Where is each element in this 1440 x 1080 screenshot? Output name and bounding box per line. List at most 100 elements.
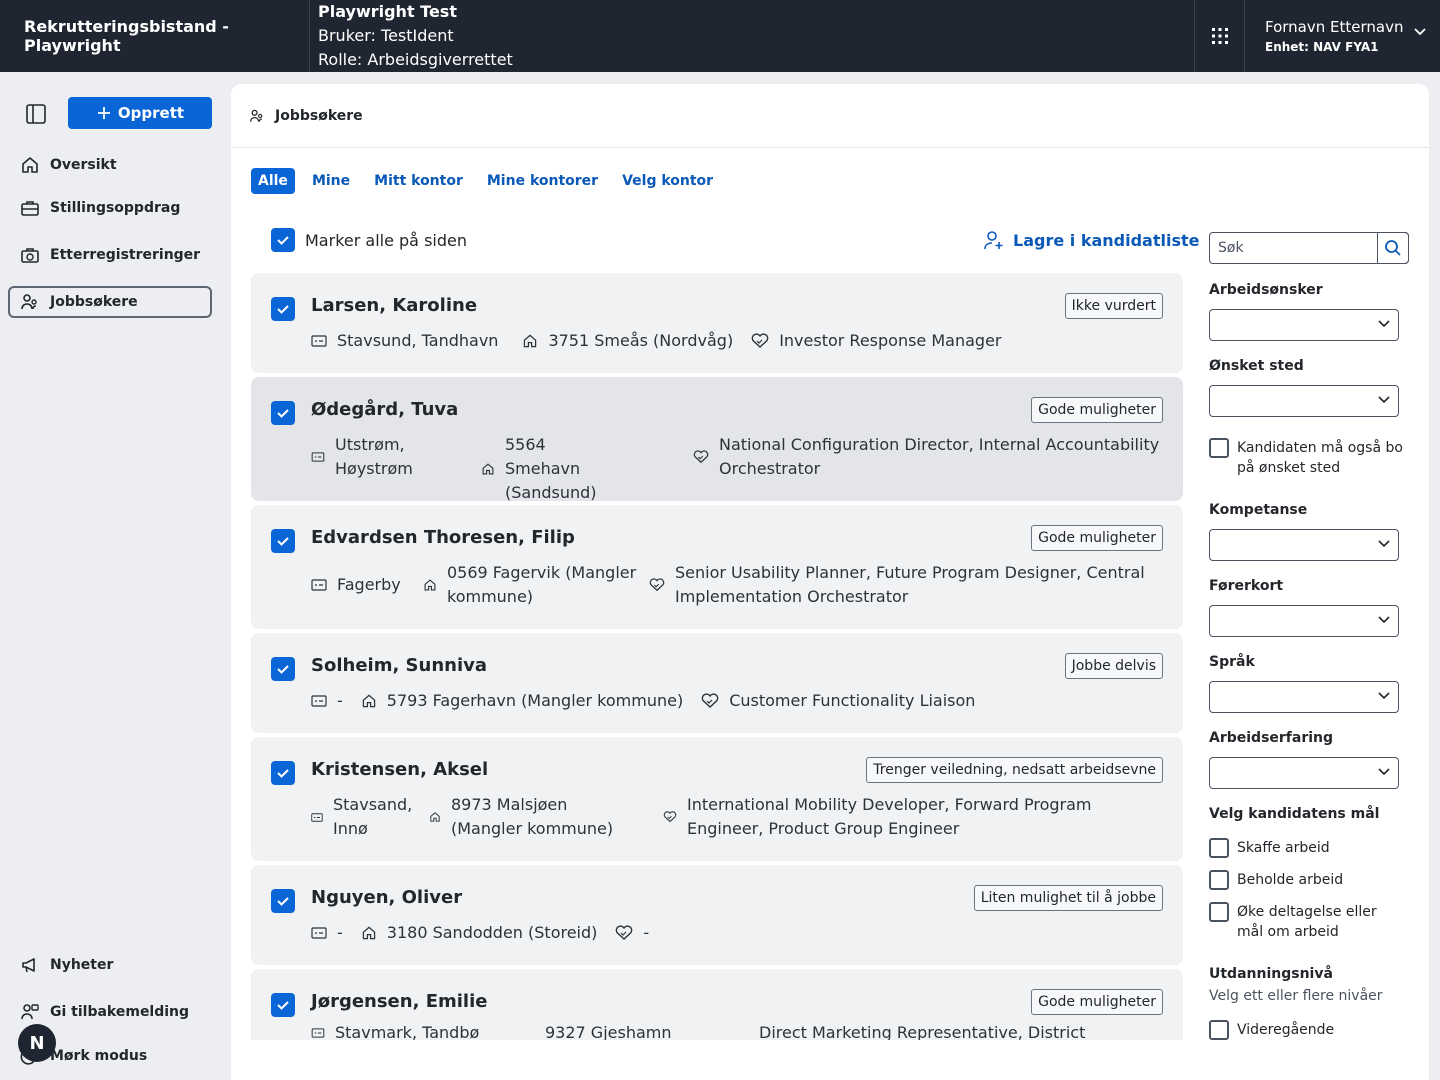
candidate-card[interactable]: Kristensen, Aksel Trenger veiledning, ne… [251,737,1183,861]
candidate-checkbox[interactable] [271,529,295,553]
candidate-card[interactable]: Ødegård, Tuva Gode muligheter Utstrøm, H… [251,377,1183,502]
select-all-checkbox[interactable]: Marker alle på siden [271,228,467,252]
candidate-name[interactable]: Solheim, Sunniva [311,655,487,676]
candidate-details: - 5793 Fagerhavn (Mangler kommune) Custo… [311,689,1163,713]
grid-icon [1211,28,1228,44]
app-title[interactable]: Rekrutteringsbistand - Playwright [0,0,310,72]
candidate-checkbox[interactable] [271,401,295,425]
search-input[interactable]: Søk [1209,232,1409,264]
check-icon [277,236,289,245]
candidate-name[interactable]: Larsen, Karoline [311,295,477,316]
candidate-postal: 5564 Smehavn (Sandsund) [505,435,597,502]
heart-handshake-icon [693,450,709,464]
checkbox-unchecked[interactable] [1209,870,1229,890]
arbeidserfaring-select[interactable] [1209,757,1399,789]
sidebar: Opprett Oversikt Stillingsoppdrag Etterr… [0,72,230,1080]
kandidat-mal-label: Velg kandidatens mål [1209,806,1380,822]
house-icon [362,694,376,708]
sidebar-item-nyheter[interactable]: Nyheter [8,949,212,981]
avatar[interactable]: N [18,1024,56,1062]
tab-velg-kontor[interactable]: Velg kontor [615,168,720,194]
candidate-name[interactable]: Edvardsen Thoresen, Filip [311,527,575,548]
checkbox-unchecked[interactable] [1209,438,1229,458]
candidate-details: Fagerby 0569 Fagervik (Mangler kommune) … [311,561,1163,609]
select-all-label: Marker alle på siden [305,230,467,250]
candidate-postal: 0569 Fagervik (Mangler kommune) [447,563,637,606]
apps-menu-button[interactable] [1194,0,1244,72]
sprak-select[interactable] [1209,681,1399,713]
save-list-label: Lagre i kandidatliste [1013,230,1200,250]
address-card-icon [311,452,325,462]
onsket-sted-select[interactable] [1209,385,1399,417]
sidebar-item-stillingsoppdrag[interactable]: Stillingsoppdrag [8,192,212,224]
mal-beholde-arbeid-checkbox[interactable]: Beholde arbeid [1209,870,1343,890]
tab-mine[interactable]: Mine [305,168,357,194]
mal-oke-deltagelse-checkbox[interactable]: Øke deltagelse eller mål om arbeid [1209,902,1409,942]
candidate-details: Utstrøm, Høystrøm 5564 Smehavn (Sandsund… [311,433,1163,505]
candidate-card[interactable]: Nguyen, Oliver Liten mulighet til å jobb… [251,865,1183,965]
checkbox-unchecked[interactable] [1209,902,1229,922]
checkbox-unchecked[interactable] [1209,838,1229,858]
chevron-down-icon [1378,320,1390,328]
candidate-name[interactable]: Nguyen, Oliver [311,887,462,908]
candidate-address: Stavsand, Innø [333,795,413,838]
sidebar-item-label: Oversikt [50,157,117,173]
address-card-icon [311,927,327,939]
status-badge: Gode muligheter [1031,397,1163,423]
top-header: Rekrutteringsbistand - Playwright Playwr… [0,0,1440,72]
save-to-candidate-list-button[interactable]: Lagre i kandidatliste [983,229,1199,251]
page-title: Jobbsøkere [275,107,363,124]
check-icon [277,537,289,546]
tab-alle[interactable]: Alle [251,168,295,194]
kompetanse-select[interactable] [1209,529,1399,561]
user-menu-button[interactable]: Fornavn Etternavn Enhet: NAV FYA1 [1244,0,1440,72]
candidate-name[interactable]: Jørgensen, Emilie [311,991,487,1012]
sidebar-item-jobbsokere[interactable]: Jobbsøkere [8,286,212,318]
check-icon [277,665,289,674]
bo-pa-onsket-sted-checkbox[interactable]: Kandidaten må også bo på ønsket sted [1209,438,1409,478]
arbeidsonsker-select[interactable] [1209,309,1399,341]
status-badge: Gode muligheter [1031,525,1163,551]
candidate-name[interactable]: Kristensen, Aksel [311,759,488,780]
house-icon [424,579,436,591]
candidate-card[interactable]: Solheim, Sunniva Jobbe delvis - 5793 Fag… [251,633,1183,733]
sidebar-toggle-icon[interactable] [24,102,48,126]
sidebar-item-etterregistreringer[interactable]: Etterregistreringer [8,239,212,271]
house-icon [430,812,440,822]
tab-mitt-kontor[interactable]: Mitt kontor [367,168,470,194]
user-name: Fornavn Etternavn [1265,18,1404,36]
candidate-card[interactable]: Edvardsen Thoresen, Filip Gode mulighete… [251,505,1183,629]
candidate-name[interactable]: Ødegård, Tuva [311,399,458,420]
candidate-postal: 3180 Sandodden (Storeid) [386,923,598,942]
address-card-icon [311,335,327,347]
candidate-checkbox[interactable] [271,297,295,321]
mal-option-label: Øke deltagelse eller mål om arbeid [1237,904,1377,940]
heart-handshake-icon [649,578,665,592]
person-plus-icon [984,231,1003,250]
candidate-checkbox[interactable] [271,761,295,785]
checkbox-unchecked[interactable] [1209,1020,1229,1040]
candidate-card[interactable]: Larsen, Karoline Ikke vurdert Stavsund, … [251,273,1183,373]
utdanning-option-label: Videregående [1237,1022,1335,1038]
forerkort-select[interactable] [1209,605,1399,637]
candidate-checkbox[interactable] [271,657,295,681]
utdanning-videregaende-checkbox[interactable]: Videregående [1209,1020,1334,1040]
checkbox-checked[interactable] [271,228,295,252]
heart-handshake-icon [663,811,677,823]
sidebar-item-oversikt[interactable]: Oversikt [8,149,212,181]
tab-mine-kontorer[interactable]: Mine kontorer [480,168,605,194]
mal-skaffe-arbeid-checkbox[interactable]: Skaffe arbeid [1209,838,1330,858]
briefcase-icon [21,201,39,216]
create-button[interactable]: Opprett [68,97,212,129]
environment-info: Playwright Test Bruker: TestIdent Rolle:… [310,0,1194,72]
search-button[interactable] [1377,232,1409,264]
candidate-details: - 3180 Sandodden (Storeid) - [311,921,1163,945]
heart-handshake-icon [701,693,719,708]
check-icon [277,409,289,418]
status-badge: Ikke vurdert [1064,293,1163,319]
utdanningsniva-label: Utdanningsnivå [1209,966,1333,982]
candidate-checkbox[interactable] [271,993,295,1017]
arbeidserfaring-label: Arbeidserfaring [1209,730,1334,746]
candidate-checkbox[interactable] [271,889,295,913]
candidate-postal: 5793 Fagerhavn (Mangler kommune) [386,691,684,710]
